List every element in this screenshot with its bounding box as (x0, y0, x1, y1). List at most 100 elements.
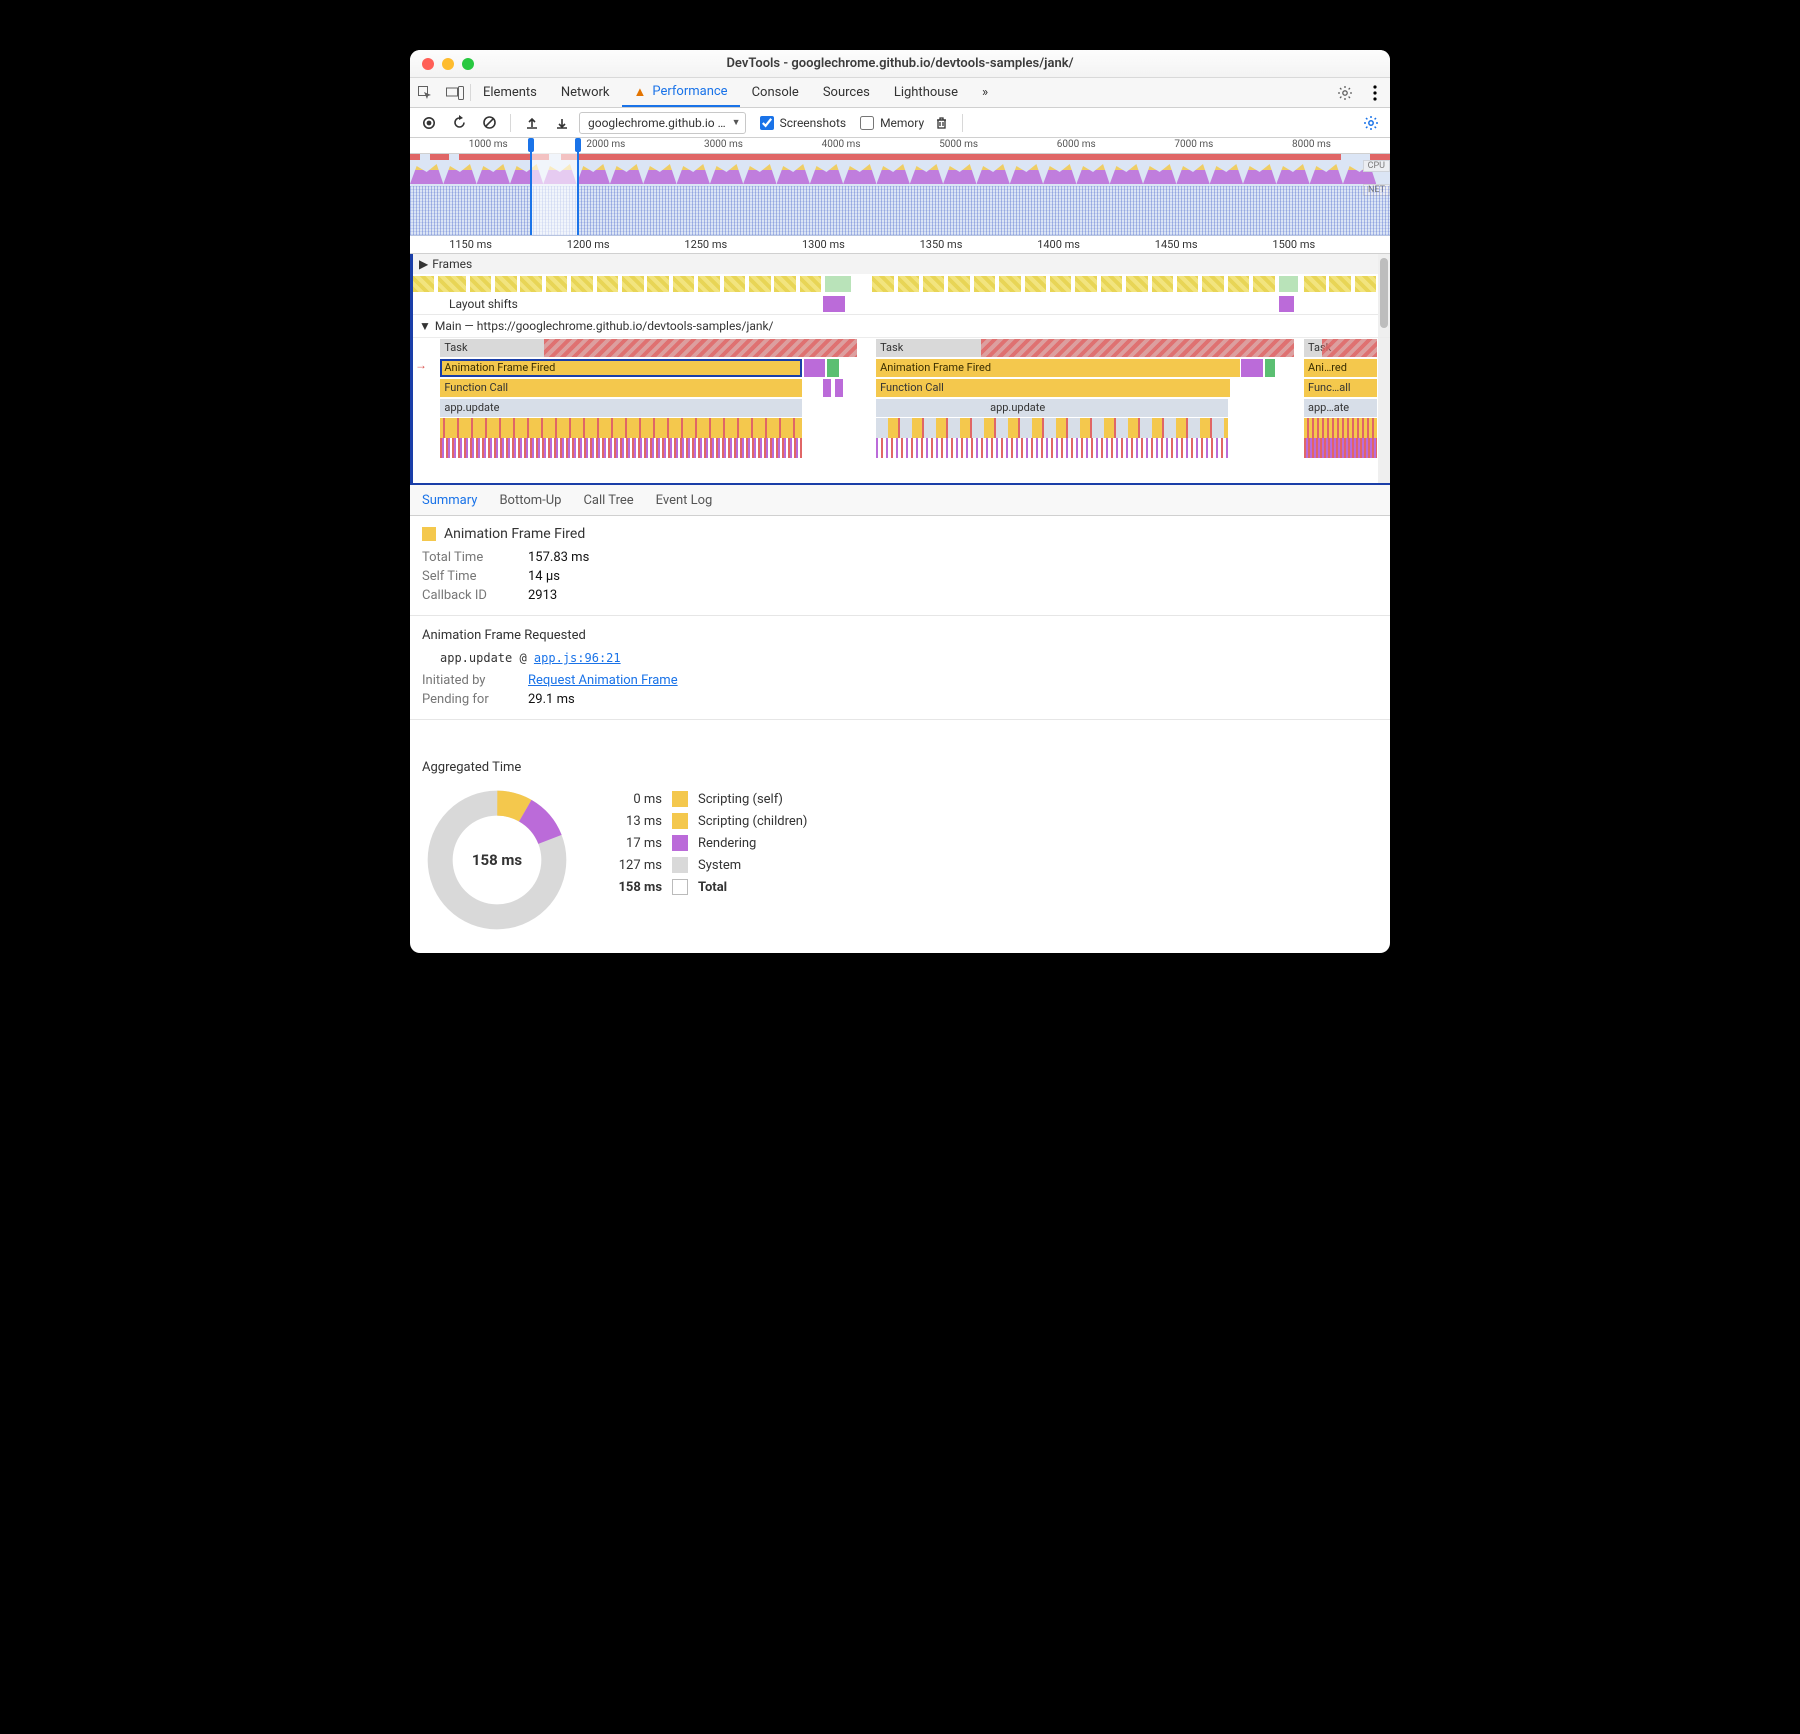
screenshots-checkbox[interactable]: Screenshots (760, 116, 846, 130)
legend-value: 0 ms (602, 792, 662, 807)
tab-label: Network (561, 85, 610, 100)
legend-swatch (672, 879, 688, 895)
animation-frame-fired-bar[interactable]: Ani…red (1304, 359, 1377, 377)
memory-input[interactable] (860, 116, 874, 130)
device-toolbar-icon[interactable] (440, 78, 470, 107)
ruler-tick: 5000 ms (939, 139, 978, 150)
summary-pane: Animation Frame Fired Total Time157.83 m… (410, 516, 1390, 742)
gc-button[interactable] (928, 110, 954, 136)
upload-profile-button[interactable] (519, 110, 545, 136)
function-call-bar[interactable]: Function Call (440, 379, 801, 397)
tab-console[interactable]: Console (740, 78, 811, 107)
inspect-element-icon[interactable] (410, 78, 440, 107)
tab-lighthouse[interactable]: Lighthouse (882, 78, 970, 107)
kv-value: 29.1 ms (528, 692, 575, 707)
tab-elements[interactable]: Elements (471, 78, 549, 107)
donut-center-label: 158 ms (422, 785, 572, 935)
legend-swatch (672, 835, 688, 851)
layout-bar[interactable] (804, 359, 825, 377)
record-button[interactable] (416, 110, 442, 136)
detail-ruler[interactable]: 1150 ms 1200 ms 1250 ms 1300 ms 1350 ms … (410, 236, 1390, 254)
tab-label: Sources (823, 85, 870, 100)
bar-label: Func…all (1308, 381, 1351, 394)
kebab-menu-icon[interactable] (1360, 78, 1390, 107)
legend-row: 0 msScripting (self) (602, 791, 807, 807)
selection-handle-left[interactable] (528, 138, 534, 152)
tab-label: Elements (483, 85, 537, 100)
frames-track-header[interactable]: ▶Frames (413, 254, 1390, 274)
bar-label: Function Call (880, 381, 944, 394)
aggregated-legend: 0 msScripting (self) 13 msScripting (chi… (602, 785, 807, 901)
micro-bar[interactable] (823, 379, 831, 397)
download-profile-button[interactable] (549, 110, 575, 136)
ruler-tick: 7000 ms (1174, 139, 1213, 150)
tab-sources[interactable]: Sources (811, 78, 882, 107)
ruler-tick: 8000 ms (1292, 139, 1331, 150)
animation-frame-fired-bar[interactable]: Animation Frame Fired (876, 359, 1239, 377)
flame-detail-row (413, 418, 1390, 438)
function-call-bar[interactable]: Function Call (876, 379, 1230, 397)
chevrons-icon: » (982, 85, 988, 100)
paint-bar[interactable] (1265, 359, 1275, 377)
overview-selection[interactable] (530, 138, 579, 235)
animation-frame-fired-bar-selected[interactable]: Animation Frame Fired (440, 359, 801, 377)
initiator-link[interactable]: Request Animation Frame (528, 673, 678, 688)
memory-checkbox[interactable]: Memory (860, 116, 924, 130)
bar-label: app…ate (1308, 401, 1349, 414)
flamechart-area[interactable]: ▶Frames Layout shifts ▼ Main — https://g… (410, 254, 1390, 484)
task-bar[interactable]: Task (876, 339, 1294, 357)
app-update-bar[interactable]: app.update (876, 399, 1228, 417)
ruler-tick: 1300 ms (802, 238, 845, 251)
minimize-window-button[interactable] (442, 58, 454, 70)
initiator-arrow-icon: → (415, 358, 427, 372)
tab-label: Event Log (656, 493, 713, 508)
micro-bar[interactable] (835, 379, 843, 397)
source-link[interactable]: app.js:96:21 (534, 651, 621, 665)
paint-bar[interactable] (827, 359, 839, 377)
task-bar[interactable]: Task (440, 339, 856, 357)
ruler-tick: 1150 ms (449, 238, 492, 251)
more-tabs-button[interactable]: » (970, 78, 1000, 107)
event-name: Animation Frame Fired (444, 526, 585, 542)
function-call-bar[interactable]: Func…all (1304, 379, 1377, 397)
task-bar[interactable]: Task (1304, 339, 1377, 357)
stack-fn: app.update @ (440, 651, 534, 665)
settings-gear-icon[interactable] (1330, 78, 1360, 107)
bar-label: Animation Frame Fired (880, 361, 991, 374)
legend-value: 17 ms (602, 836, 662, 851)
tab-summary[interactable]: Summary (422, 493, 477, 508)
ruler-tick: 4000 ms (822, 139, 861, 150)
overview-timeline[interactable]: 1000 ms 2000 ms 3000 ms 4000 ms 5000 ms … (410, 138, 1390, 236)
bar-label: Task (1308, 341, 1331, 354)
layout-bar[interactable] (1241, 359, 1262, 377)
flame-detail-row (413, 438, 1390, 458)
close-window-button[interactable] (422, 58, 434, 70)
profile-selector[interactable]: googlechrome.github.io … ▼ (579, 112, 746, 134)
tab-call-tree[interactable]: Call Tree (583, 493, 633, 508)
tab-event-log[interactable]: Event Log (656, 493, 713, 508)
ruler-tick: 1250 ms (684, 238, 727, 251)
ruler-tick: 1450 ms (1155, 238, 1198, 251)
tab-label: Summary (422, 493, 477, 508)
legend-label: Scripting (children) (698, 814, 807, 829)
expand-icon: ▶ (419, 257, 428, 271)
tab-network[interactable]: Network (549, 78, 622, 107)
zoom-window-button[interactable] (462, 58, 474, 70)
clear-button[interactable] (476, 110, 502, 136)
ruler-tick: 1000 ms (469, 139, 508, 150)
screenshots-input[interactable] (760, 116, 774, 130)
tab-bottom-up[interactable]: Bottom-Up (499, 493, 561, 508)
capture-settings-gear-icon[interactable] (1358, 110, 1384, 136)
selection-handle-right[interactable] (575, 138, 581, 152)
event-color-swatch (422, 527, 436, 541)
tab-performance[interactable]: ▲ Performance (622, 78, 740, 107)
main-thread-header[interactable]: ▼ Main — https://googlechrome.github.io/… (413, 314, 1390, 337)
app-update-bar[interactable]: app.update (440, 399, 801, 417)
app-update-bar[interactable]: app…ate (1304, 399, 1377, 417)
window-titlebar[interactable]: DevTools - googlechrome.github.io/devtoo… (410, 50, 1390, 78)
flame-rows: Task Task Task → Animation Frame Fired A… (413, 337, 1390, 484)
reload-record-button[interactable] (446, 110, 472, 136)
traffic-lights (410, 58, 474, 70)
tab-label: Call Tree (583, 493, 633, 508)
tab-label: Console (752, 85, 799, 100)
